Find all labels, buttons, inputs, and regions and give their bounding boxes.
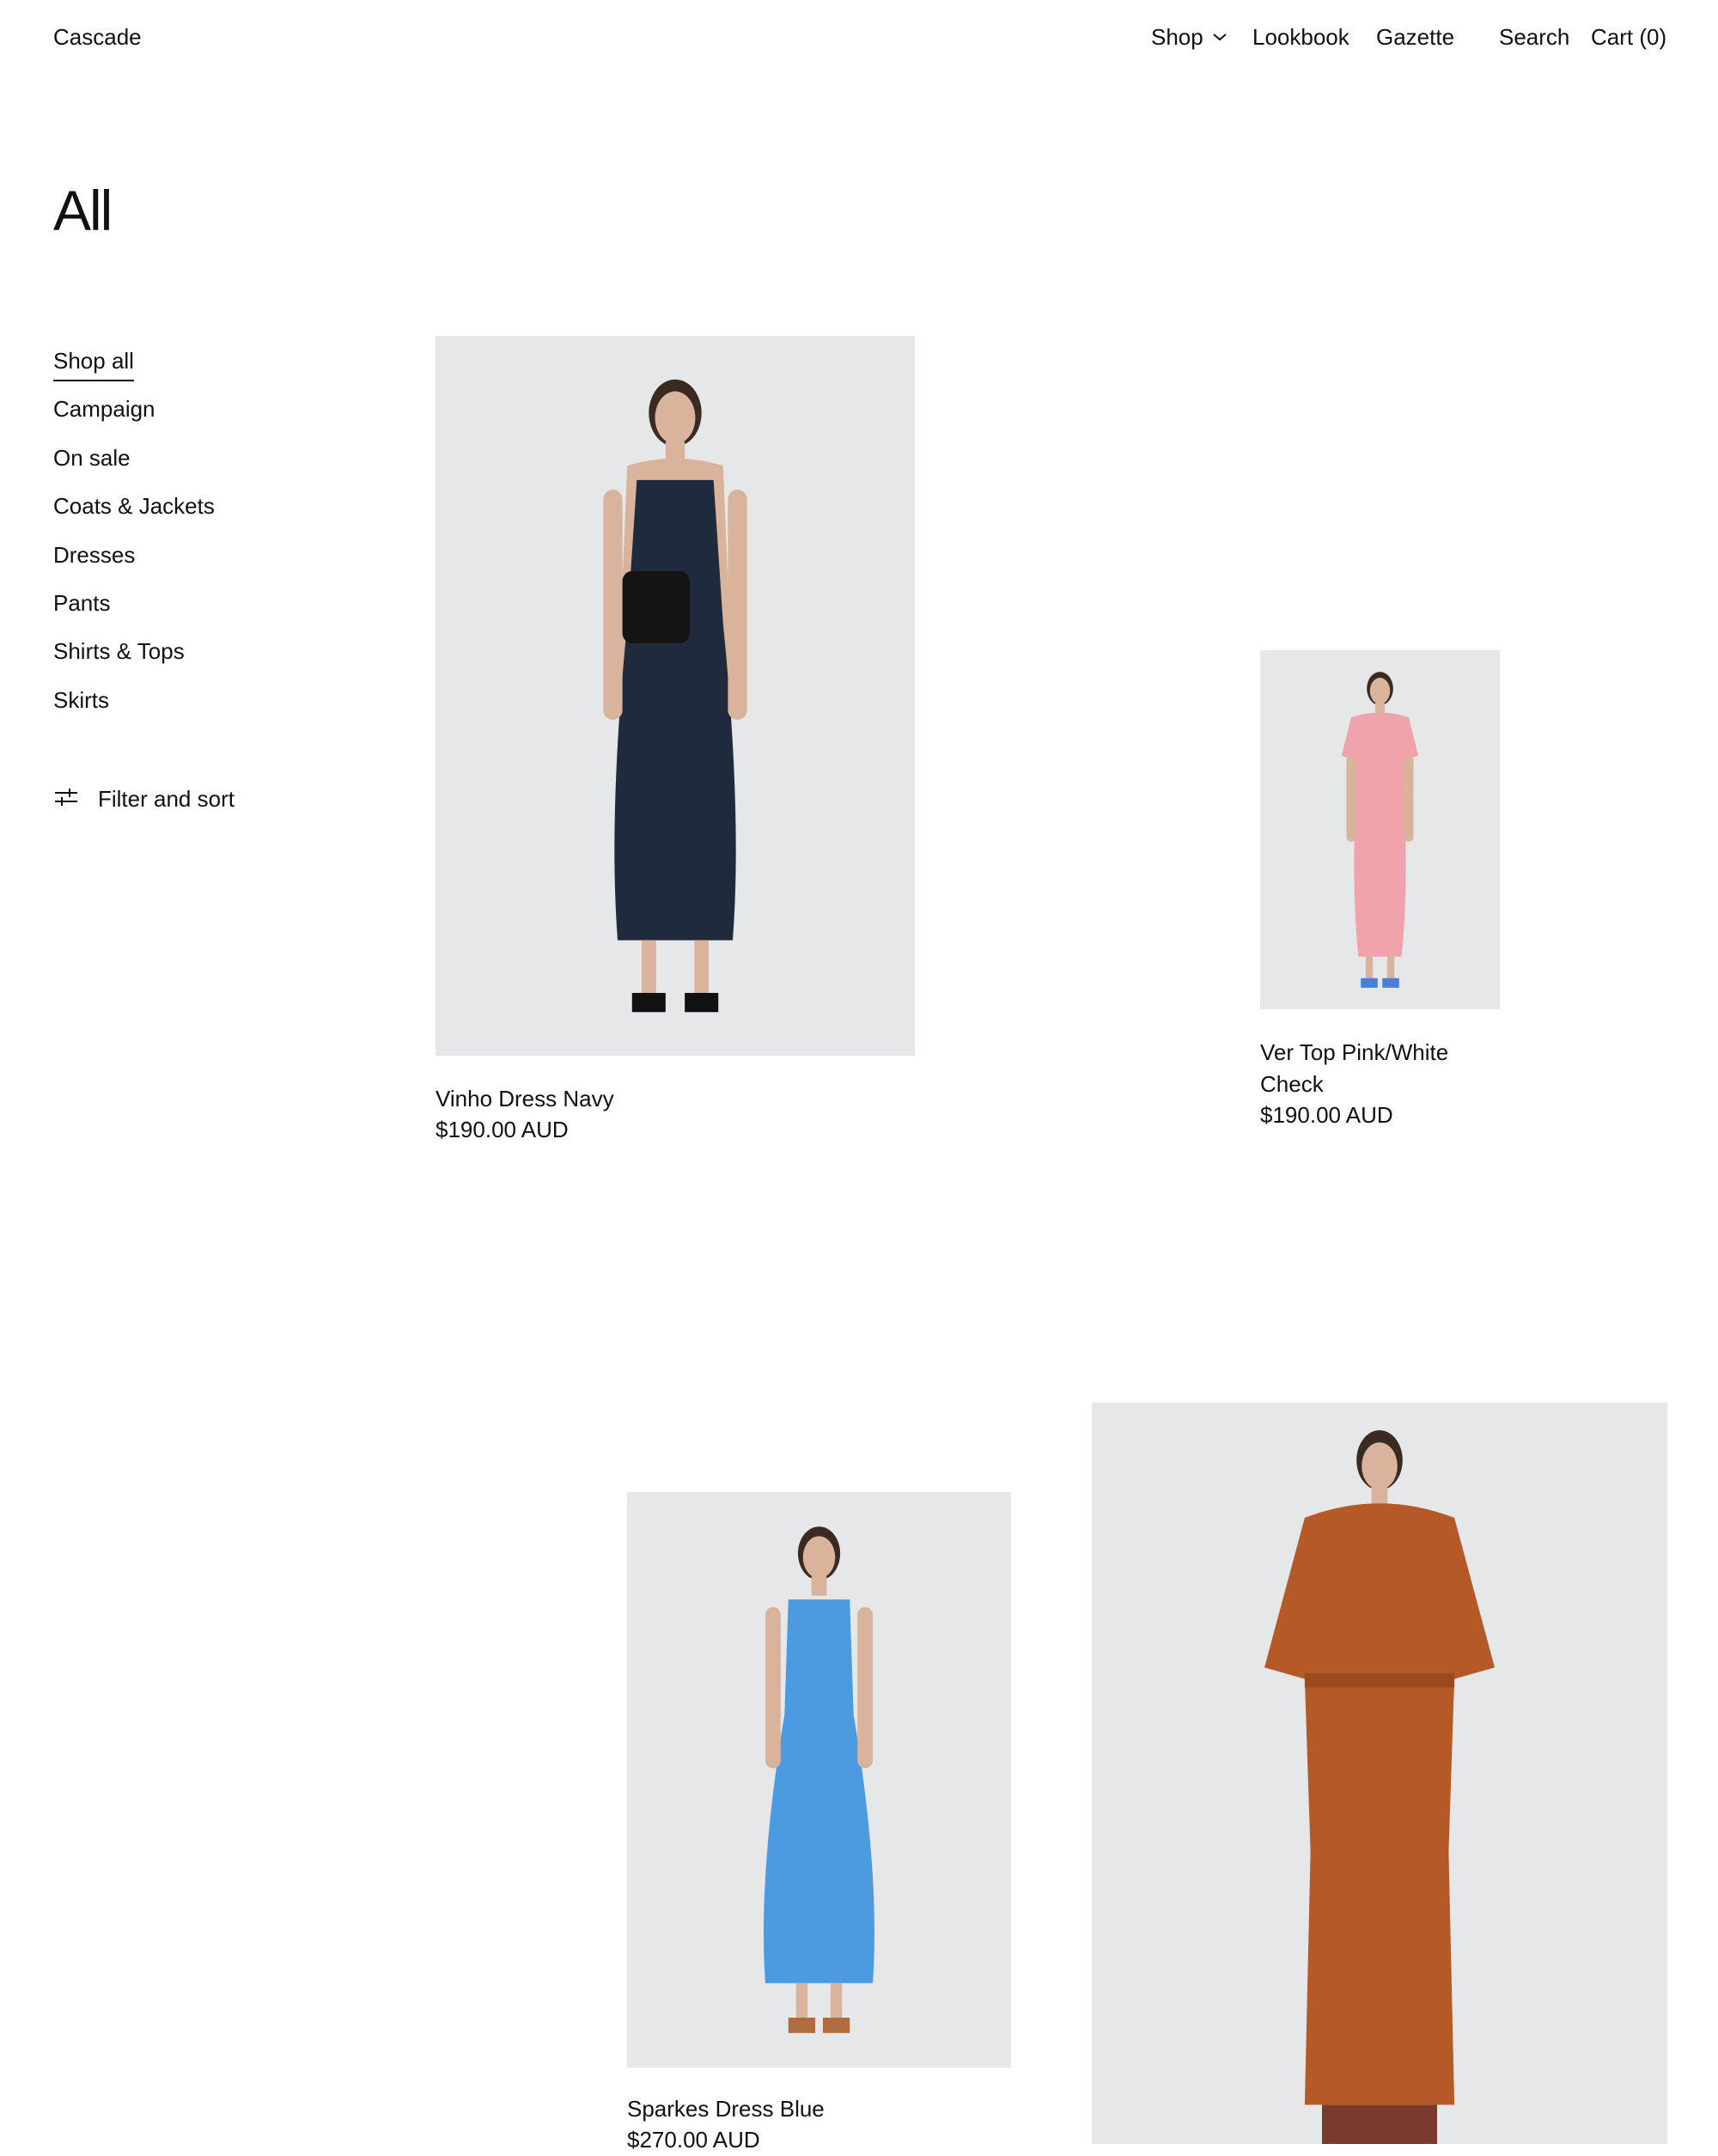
nav-shop-label: Shop (1151, 24, 1203, 50)
category-campaign[interactable]: Campaign (53, 395, 215, 443)
nav-lookbook[interactable]: Lookbook (1252, 23, 1349, 51)
page-title: All (53, 179, 113, 242)
category-pants[interactable]: Pants (53, 589, 215, 637)
product-title-line-2[interactable]: Check (1260, 1069, 1324, 1100)
category-on-sale[interactable]: On sale (53, 444, 215, 492)
nav-gazette[interactable]: Gazette (1376, 23, 1454, 51)
category-shop-all[interactable]: Shop all (53, 347, 215, 395)
category-nav: Shop all Campaign On sale Coats & Jacket… (53, 347, 215, 734)
brand-logo[interactable]: Cascade (53, 23, 142, 51)
sliders-icon (53, 785, 79, 813)
product-title[interactable]: Sparkes Dress Blue (627, 2093, 825, 2125)
nav-shop[interactable]: Shop (1151, 23, 1228, 51)
search-link[interactable]: Search (1499, 23, 1569, 51)
product-title[interactable]: Vinho Dress Navy (436, 1083, 614, 1115)
product-image[interactable] (436, 336, 915, 1056)
product-price: $190.00 AUD (1260, 1102, 1393, 1128)
product-title[interactable]: Ver Top Pink/White (1260, 1037, 1448, 1069)
product-image[interactable] (627, 1492, 1011, 2068)
product-image[interactable] (1092, 1403, 1667, 2144)
chevron-down-icon (1212, 32, 1228, 42)
product-image[interactable] (1260, 650, 1500, 1009)
product-price: $190.00 AUD (436, 1117, 569, 1142)
category-dresses[interactable]: Dresses (53, 541, 215, 589)
category-shirts-tops[interactable]: Shirts & Tops (53, 637, 215, 685)
category-coats-jackets[interactable]: Coats & Jackets (53, 492, 215, 540)
filter-sort-label: Filter and sort (98, 786, 235, 812)
category-skirts[interactable]: Skirts (53, 686, 215, 734)
filter-sort-button[interactable]: Filter and sort (53, 785, 235, 813)
product-price: $270.00 AUD (627, 2127, 760, 2153)
cart-link[interactable]: Cart (0) (1591, 23, 1666, 51)
